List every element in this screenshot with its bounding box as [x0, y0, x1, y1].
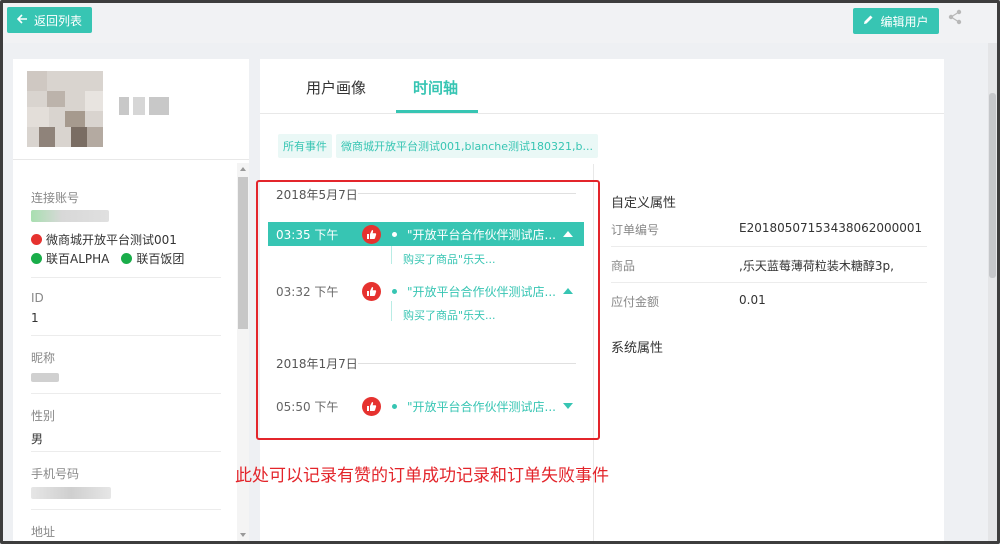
thumbs-up-icon: [362, 396, 381, 416]
field-phone: 手机号码: [31, 465, 219, 482]
event-time: 05:50 下午: [276, 399, 339, 414]
account-name: 微商城开放平台测试001: [46, 233, 177, 247]
wechat-icon: [121, 253, 133, 264]
back-button-label: 返回列表: [34, 13, 83, 28]
scroll-up-icon[interactable]: [240, 167, 246, 171]
property-key: 应付金额: [611, 295, 660, 309]
back-to-list-button[interactable]: 返回列表: [7, 7, 93, 33]
property-row: 商品 ,乐天蓝莓薄荷粒装木糖醇3p,: [611, 247, 927, 283]
pencil-icon: [863, 14, 874, 28]
edit-button-label: 编辑用户: [880, 14, 929, 29]
active-tab-indicator: [396, 110, 478, 113]
field-label: 连接账号: [31, 191, 80, 205]
date-divider-line: [358, 193, 576, 194]
event-subtitle: 购买了商品"乐天...: [403, 309, 496, 322]
profile-scrollbar-thumb[interactable]: [238, 177, 248, 329]
field-nickname: 昵称: [31, 349, 219, 366]
timeline-dot: [392, 288, 397, 294]
field-label: 手机号码: [31, 467, 80, 481]
field-value: 男: [31, 432, 44, 446]
wechat-icon: [31, 253, 42, 264]
date-divider-line: [358, 363, 576, 364]
property-value: ,乐天蓝莓薄荷粒装木糖醇3p,: [739, 259, 894, 273]
timeline-date: 2018年1月7日: [276, 357, 358, 371]
property-key: 订单编号: [611, 223, 660, 237]
page-scrollbar-thumb[interactable]: [989, 93, 996, 278]
field-divider: [31, 451, 221, 452]
timeline-dot: [392, 231, 397, 237]
profile-divider: [13, 159, 249, 160]
filter-sources[interactable]: 微商城开放平台测试001,blanche测试180321,b...: [336, 134, 598, 158]
expand-icon[interactable]: [563, 403, 573, 409]
tab-user-portrait[interactable]: 用户画像: [306, 77, 366, 98]
field-label: 地址: [31, 525, 56, 539]
page-scrollbar[interactable]: [988, 43, 997, 541]
account-name: 联百ALPHA: [46, 252, 110, 266]
user-name-blurred: [119, 97, 169, 115]
field-linked-account: 连接账号: [31, 189, 219, 206]
youzan-icon: [31, 234, 42, 245]
profile-panel: 连接账号 微商城开放平台测试001 联百ALPHA 联百饭团 ID 1 昵称 性…: [13, 59, 249, 541]
timeline-dot: [392, 403, 397, 409]
field-divider: [31, 393, 221, 394]
timeline-connector: [391, 301, 392, 321]
custom-properties-title: 自定义属性: [611, 196, 677, 211]
account-wechat-list: 联百ALPHA 联百饭团: [31, 250, 184, 267]
property-row: 应付金额 0.01: [611, 283, 927, 318]
field-value: 1: [31, 311, 39, 325]
phone-blurred: [31, 487, 111, 499]
field-divider: [31, 509, 221, 510]
property-row: 订单编号 E20180507153438062000001: [611, 211, 927, 247]
field-gender: 性别 男: [31, 407, 219, 447]
field-id: ID 1: [31, 291, 219, 325]
field-label: ID: [31, 291, 44, 305]
timeline-event[interactable]: 05:50 下午 "开放平台合作伙伴测试店...: [268, 394, 584, 418]
account-weibo-store: 微商城开放平台测试001: [31, 231, 177, 248]
tab-bar: 用户画像 时间轴: [260, 59, 944, 114]
top-bar: 返回列表 编辑用户: [3, 3, 997, 43]
event-title: "开放平台合作伙伴测试店...: [407, 227, 555, 242]
avatar: [27, 71, 103, 147]
linked-account-blurred: [31, 210, 109, 222]
field-label: 昵称: [31, 351, 56, 365]
app-window: 返回列表 编辑用户 连接账号 微商城开放平台测试001 联百ALPHA 联百饭团…: [0, 0, 1000, 544]
system-properties-title: 系统属性: [611, 341, 664, 356]
timeline-date: 2018年5月7日: [276, 188, 358, 202]
thumbs-up-icon: [362, 281, 381, 301]
nickname-blurred: [31, 373, 59, 382]
share-icon[interactable]: [947, 9, 963, 25]
collapse-icon[interactable]: [563, 288, 573, 294]
event-subtitle: 购买了商品"乐天...: [403, 253, 496, 266]
field-address: 地址: [31, 523, 219, 540]
timeline-event[interactable]: 03:32 下午 "开放平台合作伙伴测试店...: [268, 279, 584, 303]
field-label: 性别: [31, 409, 56, 423]
timeline-event[interactable]: 03:35 下午 "开放平台合作伙伴测试店...: [268, 222, 584, 246]
arrow-left-icon: [16, 13, 28, 27]
property-value: 0.01: [739, 293, 766, 307]
property-value: E20180507153438062000001: [739, 221, 923, 235]
tab-timeline[interactable]: 时间轴: [413, 77, 458, 98]
collapse-icon[interactable]: [563, 231, 573, 237]
event-title: "开放平台合作伙伴测试店...: [407, 284, 555, 299]
event-filters: 所有事件 微商城开放平台测试001,blanche测试180321,b...: [278, 134, 598, 158]
edit-user-button[interactable]: 编辑用户: [853, 8, 939, 34]
scroll-down-icon[interactable]: [240, 533, 246, 537]
filter-all-events[interactable]: 所有事件: [278, 134, 332, 158]
property-key: 商品: [611, 259, 636, 273]
field-divider: [31, 277, 221, 278]
annotation-text: 此处可以记录有赞的订单成功记录和订单失败事件: [235, 466, 609, 486]
event-time: 03:35 下午: [276, 227, 339, 242]
field-divider: [31, 335, 221, 336]
event-title: "开放平台合作伙伴测试店...: [407, 399, 555, 414]
event-time: 03:32 下午: [276, 284, 339, 299]
thumbs-up-icon: [362, 224, 381, 244]
account-name: 联百饭团: [136, 252, 185, 266]
